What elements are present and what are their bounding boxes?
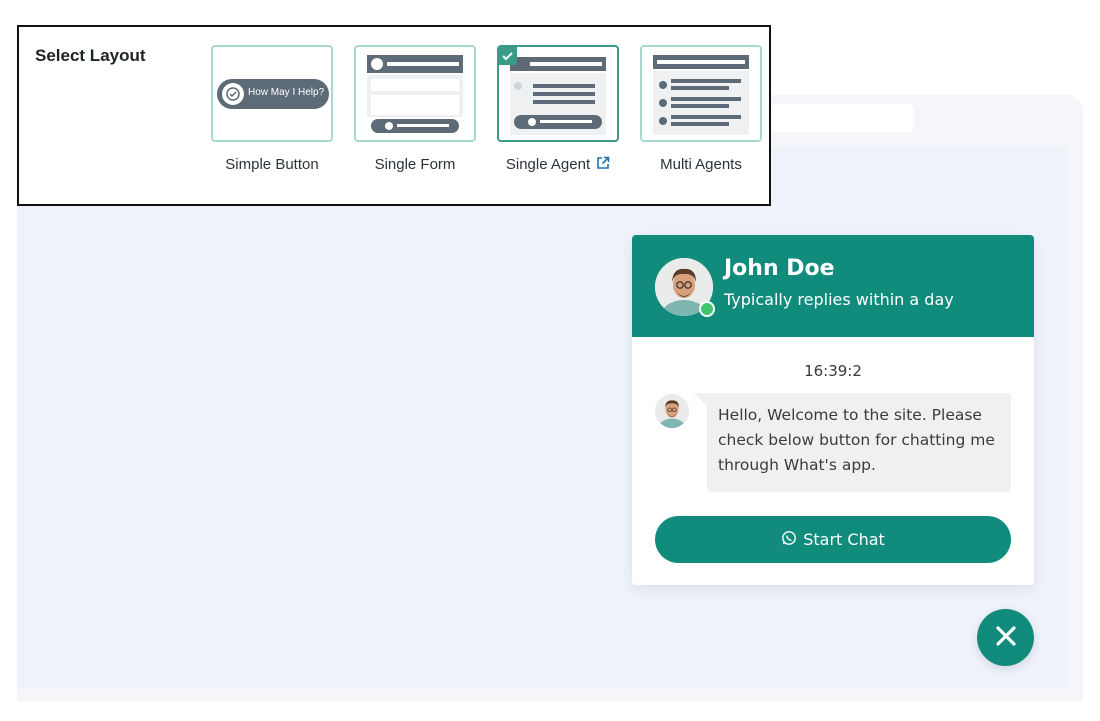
message-avatar	[655, 394, 689, 428]
layout-option-simple-button[interactable]: How May I Help? Simple Button	[211, 45, 335, 173]
start-chat-button[interactable]: Start Chat	[655, 516, 1011, 563]
layout-thumb-multi-agents[interactable]	[640, 45, 762, 142]
layout-option-multi-agents[interactable]: Multi Agents	[640, 45, 764, 173]
preview-pill-text: How May I Help?	[248, 87, 325, 98]
layout-thumb-single-agent[interactable]	[497, 45, 619, 142]
chat-widget: John Doe Typically replies within a day …	[632, 235, 1034, 585]
external-link-icon[interactable]	[596, 156, 610, 174]
start-chat-label: Start Chat	[803, 530, 885, 549]
chat-icon	[222, 83, 244, 105]
select-layout-panel: Select Layout How May I Help? Simple But…	[17, 25, 771, 206]
selected-check-icon	[499, 47, 517, 65]
message-bubble-tail	[694, 393, 707, 407]
chat-header: John Doe Typically replies within a day	[632, 235, 1034, 337]
layout-option-label-row: Single Agent	[497, 156, 619, 174]
close-chat-button[interactable]	[977, 609, 1034, 666]
online-status-dot	[699, 301, 715, 317]
select-layout-title: Select Layout	[35, 46, 146, 65]
preview-header-bar	[770, 104, 914, 132]
layout-option-label: Multi Agents	[660, 156, 742, 173]
whatsapp-icon	[781, 530, 797, 550]
layout-option-label: Single Form	[374, 156, 456, 173]
layout-thumb-single-form[interactable]	[354, 45, 476, 142]
layout-thumb-simple-button[interactable]: How May I Help?	[211, 45, 333, 142]
layout-option-single-agent[interactable]: Single Agent	[497, 45, 621, 173]
agent-name: John Doe	[724, 256, 835, 281]
message-timestamp: 16:39:2	[804, 362, 862, 380]
preview-pill: How May I Help?	[217, 79, 329, 109]
message-bubble: Hello, Welcome to the site. Please check…	[707, 393, 1011, 492]
layout-option-single-form[interactable]: Single Form	[354, 45, 478, 173]
layout-option-label: Single Agent	[505, 156, 591, 173]
agent-status: Typically replies within a day	[724, 290, 954, 309]
layout-option-label: Simple Button	[225, 156, 319, 173]
close-icon	[995, 625, 1017, 651]
